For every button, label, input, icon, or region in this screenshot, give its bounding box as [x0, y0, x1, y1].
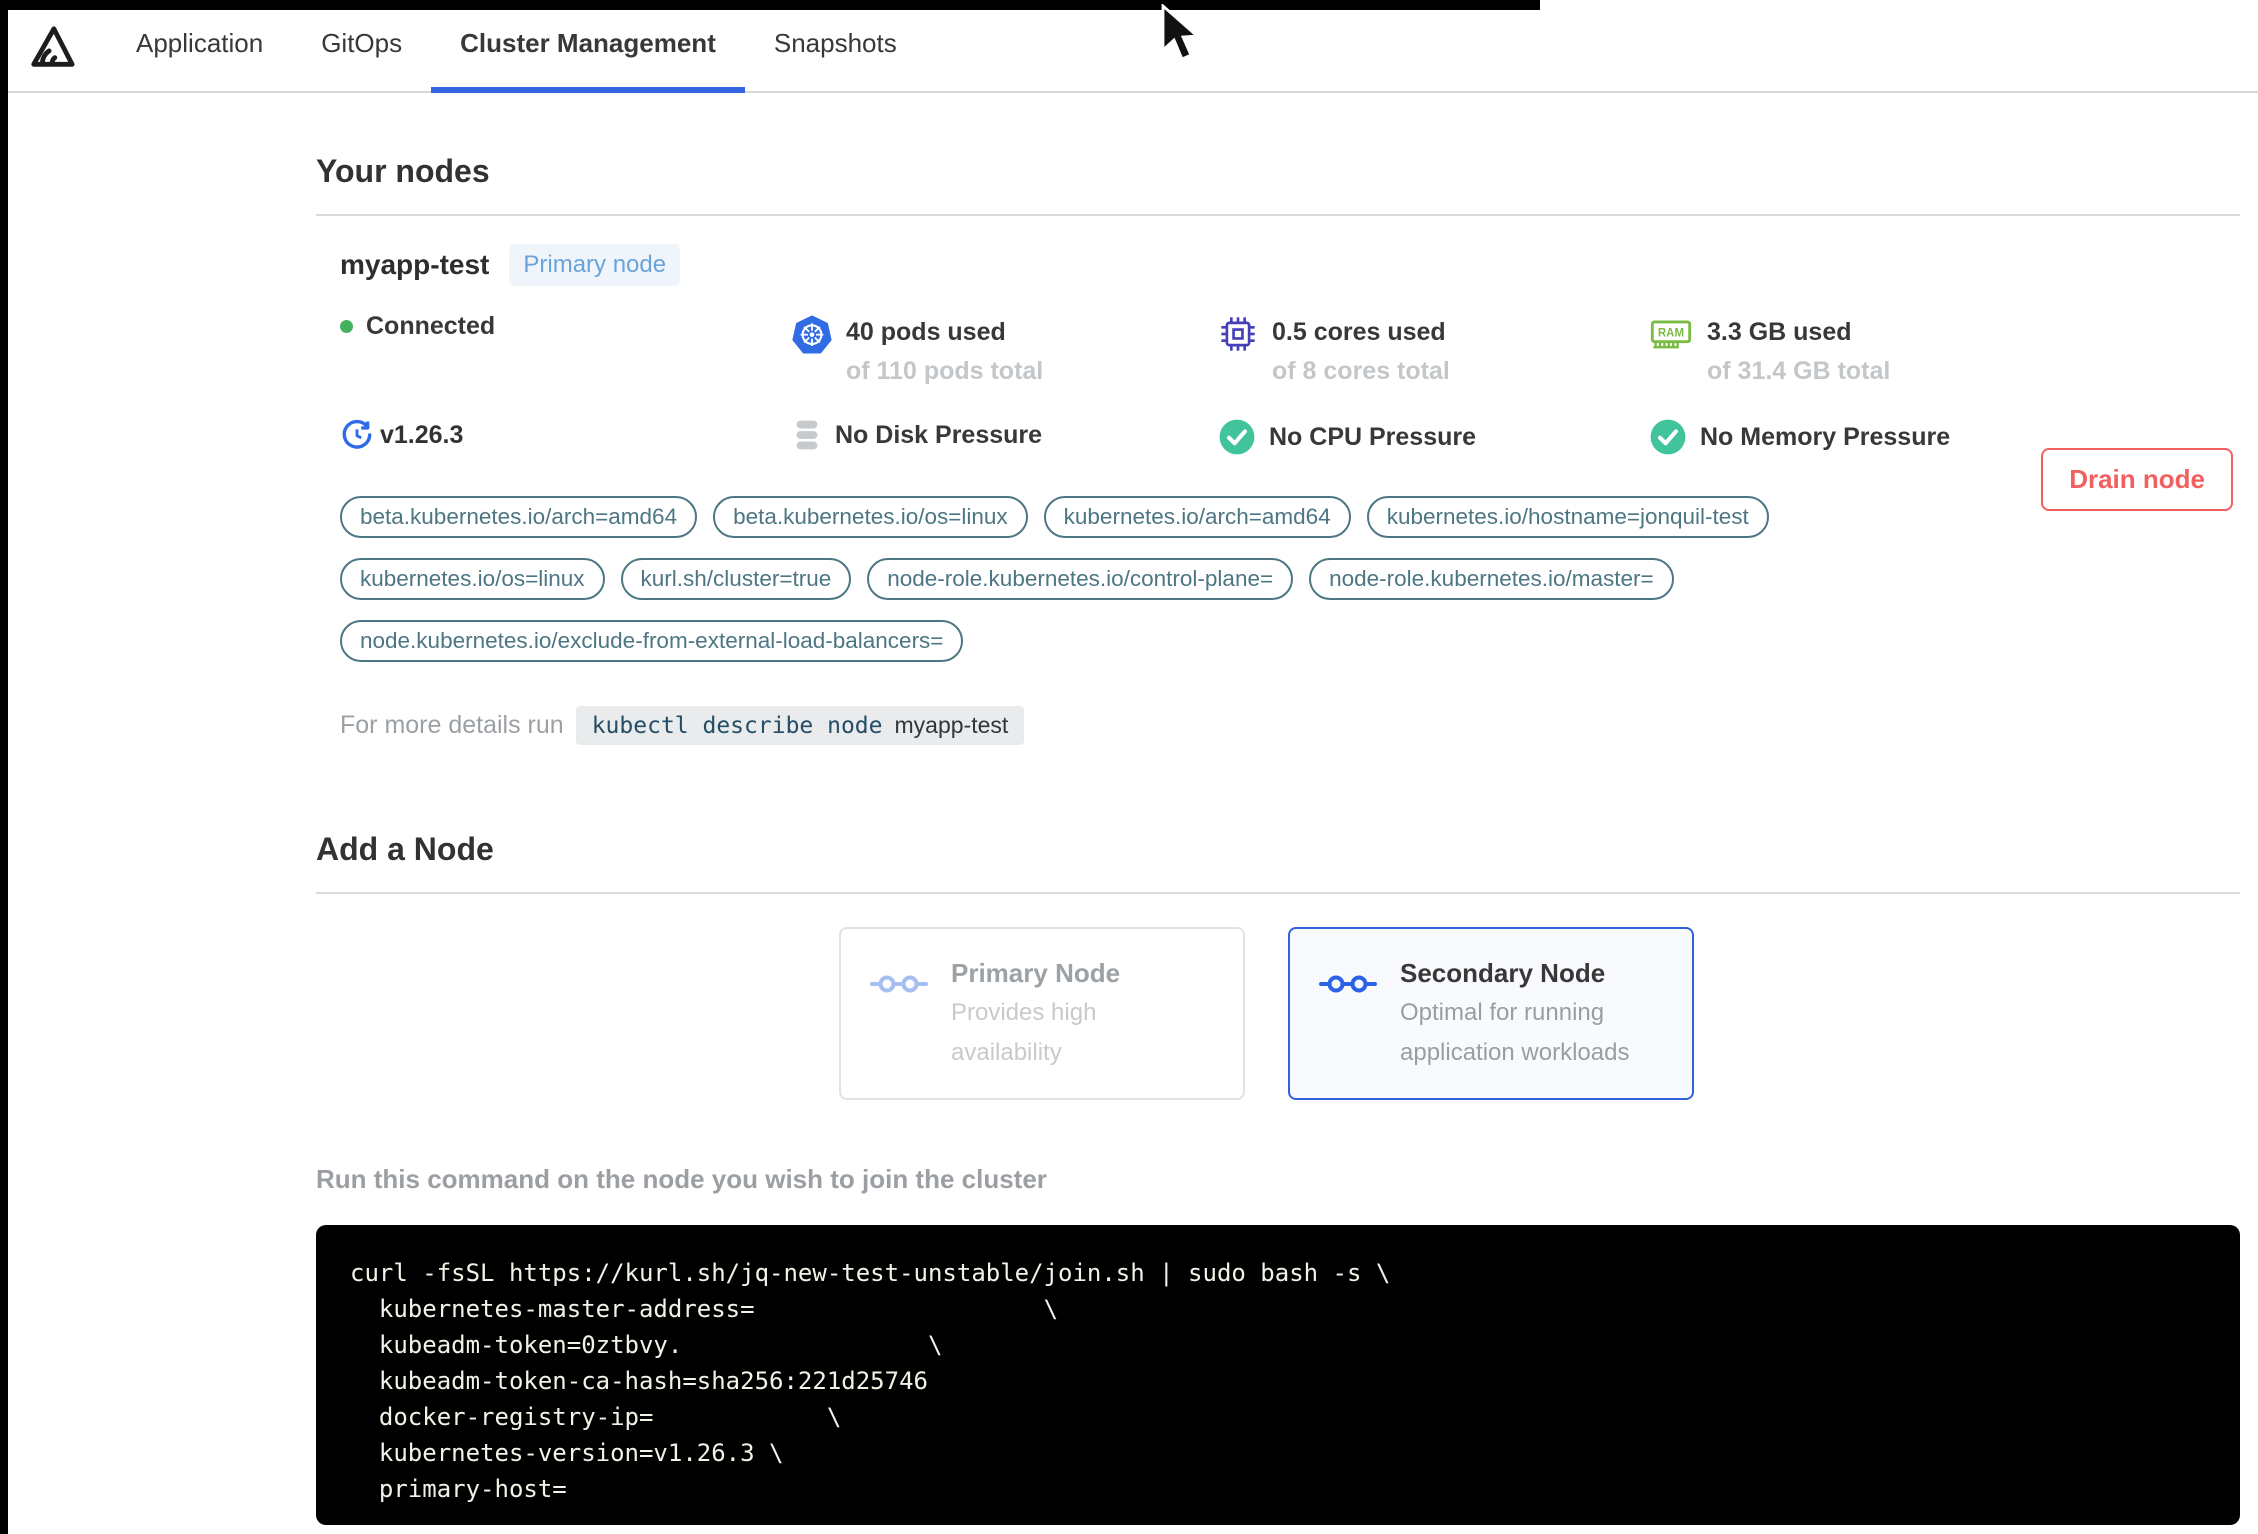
- version-icon: [342, 419, 372, 449]
- kubernetes-version: v1.26.3: [340, 418, 792, 452]
- disk-pressure-label: No Disk Pressure: [835, 420, 1043, 449]
- disk-pressure-condition: No Disk Pressure: [792, 418, 1218, 452]
- node-labels: beta.kubernetes.io/arch=amd64 beta.kuber…: [340, 496, 2040, 662]
- node-label-pill: kubernetes.io/hostname=jonquil-test: [1366, 496, 1769, 538]
- node-card: myapp-test Primary node Connected 40 pod…: [316, 244, 2240, 745]
- status-dot-icon: [340, 320, 353, 333]
- join-command-instruction: Run this command on the node you wish to…: [316, 1164, 1047, 1194]
- memory-stat: RAM 3.3 GB used of 31.4 GB total: [1649, 312, 2240, 390]
- mouse-cursor: [1161, 4, 1201, 61]
- node-label-pill: node.kubernetes.io/exclude-from-external…: [340, 620, 964, 662]
- ram-icon: RAM: [1650, 320, 1692, 349]
- tab-snapshots[interactable]: Snapshots: [745, 0, 926, 93]
- primary-node-badge: Primary node: [509, 244, 681, 286]
- node-label-pill: kubernetes.io/os=linux: [340, 558, 605, 600]
- version-label: v1.26.3: [380, 420, 464, 449]
- your-nodes-title: Your nodes: [316, 153, 490, 189]
- secondary-node-option[interactable]: Secondary Node Optimal for running appli…: [1288, 927, 1694, 1100]
- cores-used-value: 0.5 cores used: [1272, 318, 1446, 346]
- kubectl-command-node-arg: myapp-test: [894, 712, 1009, 738]
- secondary-node-option-title: Secondary Node: [1400, 958, 1606, 988]
- kubectl-command: kubectl describe node: [591, 712, 883, 739]
- add-a-node-title: Add a Node: [316, 831, 494, 867]
- drain-node-button[interactable]: Drain node: [2041, 448, 2233, 511]
- node-status-label: Connected: [366, 312, 496, 340]
- join-command-line: curl -fsSL https://kurl.sh/jq-new-test-u…: [350, 1259, 1391, 1287]
- window-edge-top: [0, 0, 1540, 10]
- node-label-pill: node-role.kubernetes.io/control-plane=: [867, 558, 1294, 600]
- cpu-pressure-label: No CPU Pressure: [1269, 422, 1477, 451]
- join-command-line: kubeadm-token=0ztbvy. \: [350, 1331, 943, 1359]
- linked-nodes-icon: [870, 975, 928, 993]
- join-command-line: kubernetes-master-address= \: [350, 1295, 1059, 1323]
- primary-node-option-title: Primary Node: [951, 958, 1121, 988]
- top-navbar: Application GitOps Cluster Management Sn…: [0, 0, 2258, 93]
- kubernetes-icon: [792, 315, 832, 354]
- tab-gitops[interactable]: GitOps: [292, 0, 431, 93]
- pods-used-value: 40 pods used: [846, 318, 1006, 346]
- node-type-options: Primary Node Provides high availability …: [839, 927, 2240, 1100]
- cores-stat: 0.5 cores used of 8 cores total: [1218, 312, 1649, 390]
- node-label-pill: beta.kubernetes.io/os=linux: [713, 496, 1028, 538]
- check-icon: [1650, 419, 1686, 455]
- pods-total-label: of 110 pods total: [846, 357, 1044, 385]
- primary-node-option[interactable]: Primary Node Provides high availability: [839, 927, 1245, 1100]
- secondary-node-option-description: Optimal for running application workload…: [1400, 999, 1630, 1066]
- disk-icon: [796, 420, 818, 450]
- check-icon: [1219, 419, 1255, 455]
- memory-total-label: of 31.4 GB total: [1707, 357, 1891, 385]
- join-command-code-block: curl -fsSL https://kurl.sh/jq-new-test-u…: [316, 1225, 2240, 1525]
- window-edge-left: [0, 0, 8, 1534]
- node-label-pill: beta.kubernetes.io/arch=amd64: [340, 496, 698, 538]
- add-a-node-divider: [316, 892, 2240, 894]
- join-command-line: kubernetes-version=v1.26.3 \: [350, 1439, 784, 1467]
- node-name: myapp-test: [340, 249, 490, 280]
- primary-node-option-description: Provides high availability: [951, 999, 1097, 1066]
- node-status: Connected: [340, 312, 792, 341]
- join-command-line: docker-registry-ip= \: [350, 1403, 842, 1431]
- cluster-management-page: Your nodes myapp-test Primary node Conne…: [316, 153, 2240, 1534]
- pods-stat: 40 pods used of 110 pods total: [792, 312, 1218, 390]
- linked-nodes-icon: [1319, 975, 1377, 993]
- node-label-pill: node-role.kubernetes.io/master=: [1309, 558, 1674, 600]
- tab-application[interactable]: Application: [107, 0, 292, 93]
- svg-text:RAM: RAM: [1658, 328, 1684, 340]
- replicated-logo-icon: [31, 26, 75, 67]
- join-command-line: primary-host=: [350, 1475, 567, 1503]
- your-nodes-divider: [316, 214, 2240, 216]
- node-details-line: For more details run kubectl describe no…: [340, 706, 2240, 745]
- cores-total-label: of 8 cores total: [1272, 357, 1450, 385]
- node-label-pill: kurl.sh/cluster=true: [620, 558, 852, 600]
- details-prefix: For more details run: [340, 711, 564, 739]
- tab-cluster-management[interactable]: Cluster Management: [431, 0, 745, 93]
- memory-used-value: 3.3 GB used: [1707, 318, 1852, 346]
- node-label-pill: kubernetes.io/arch=amd64: [1043, 496, 1351, 538]
- join-command-line: kubeadm-token-ca-hash=sha256:221d25746: [350, 1367, 928, 1395]
- cpu-pressure-condition: No CPU Pressure: [1218, 418, 1649, 456]
- cpu-icon: [1221, 317, 1255, 351]
- memory-pressure-label: No Memory Pressure: [1700, 422, 1951, 451]
- kubectl-describe-chip: kubectl describe node myapp-test: [575, 706, 1025, 745]
